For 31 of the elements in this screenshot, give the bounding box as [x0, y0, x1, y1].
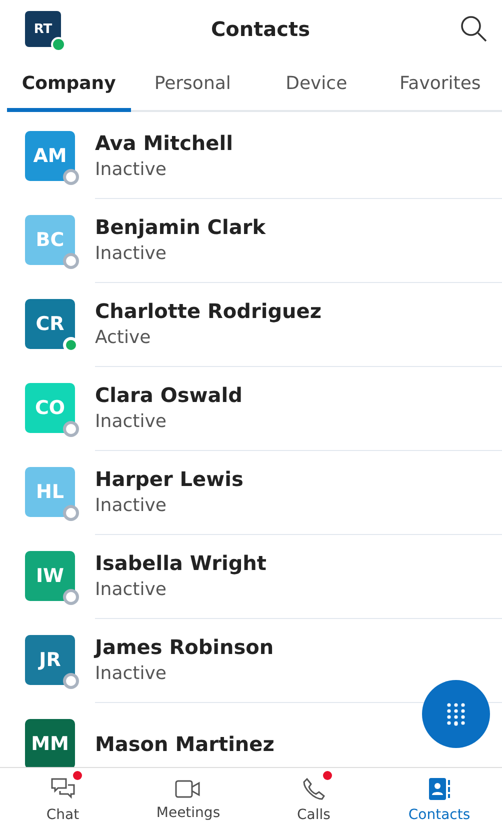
contact-name[interactable]: Isabella Wright [95, 551, 502, 575]
tab[interactable]: Favorites [378, 58, 502, 112]
contact-avatar: MM [25, 719, 75, 767]
screen-title: Contacts [210, 17, 310, 41]
contact-status: Inactive [95, 495, 168, 516]
contact-status: Inactive [95, 579, 168, 600]
nav-tab[interactable]: Chat [0, 768, 126, 832]
video-camera-icon [175, 779, 202, 799]
tab[interactable]: Company [7, 58, 131, 112]
tab[interactable]: Personal [130, 58, 254, 112]
contact-name[interactable]: Mason Martinez [95, 732, 502, 756]
contact-name[interactable]: Ava Mitchell [95, 131, 502, 155]
search-icon[interactable] [460, 15, 488, 43]
tab[interactable]: Device [254, 58, 378, 112]
contact-status: Inactive [95, 663, 168, 684]
contact-name[interactable]: Harper Lewis [95, 467, 502, 491]
contact-name[interactable]: James Robinson [95, 635, 502, 659]
dialpad-icon [446, 702, 466, 726]
contact-status: Inactive [95, 411, 168, 432]
nav-tab[interactable]: Contacts [376, 768, 502, 832]
contact-book-icon [427, 777, 452, 801]
chat-icon [50, 777, 76, 801]
contact-status: Active [95, 327, 152, 348]
contact-status: Inactive [95, 243, 168, 264]
contact-name[interactable]: Clara Oswald [95, 383, 502, 407]
phone-icon [302, 777, 326, 801]
nav-tab[interactable]: Calls [251, 768, 376, 832]
contact-status: Inactive [95, 159, 168, 180]
contact-name[interactable]: Charlotte Rodriguez [95, 299, 502, 323]
contact-name[interactable]: Benjamin Clark [95, 215, 502, 239]
nav-tab[interactable]: Meetings [126, 768, 251, 832]
